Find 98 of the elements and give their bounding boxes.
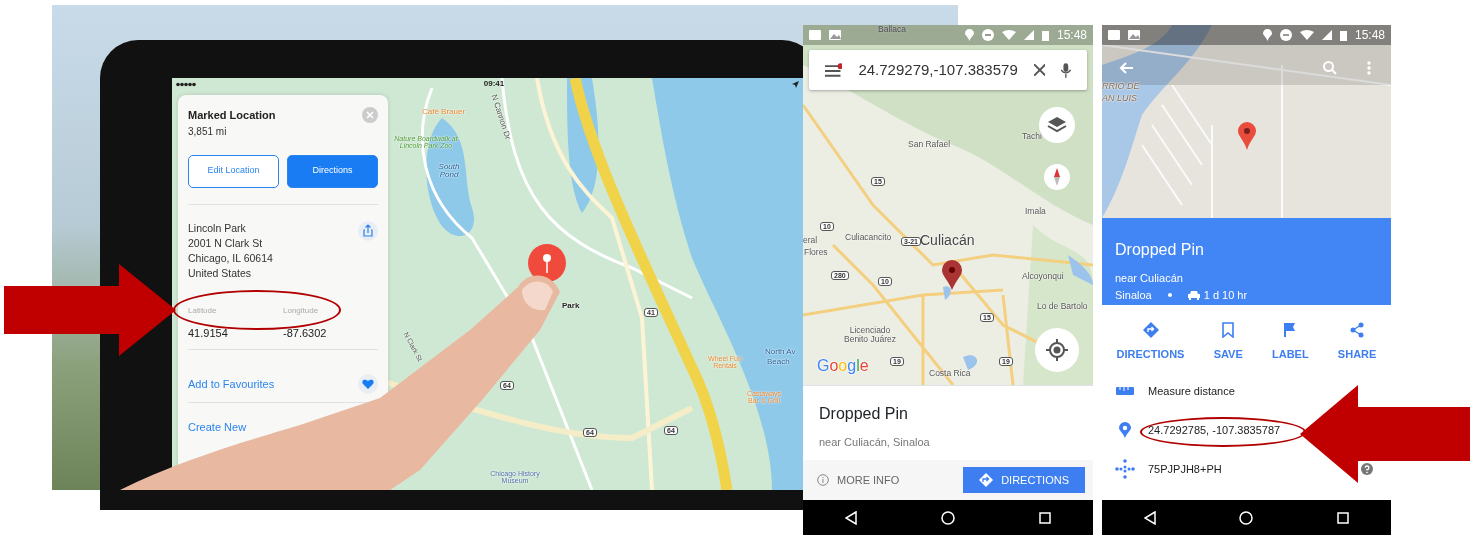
ruler-icon bbox=[1116, 385, 1134, 397]
travel-time: 1 d 10 hr bbox=[1203, 287, 1248, 303]
close-icon[interactable] bbox=[1033, 64, 1046, 76]
edit-button[interactable]: Edit Location bbox=[188, 154, 279, 188]
map-pin-icon bbox=[1238, 122, 1256, 150]
coordinate-label: Latitude bbox=[188, 304, 218, 317]
map-label: RRIO DE bbox=[1102, 82, 1140, 92]
recents-icon[interactable] bbox=[1039, 511, 1051, 524]
more-info-button[interactable]: MORE INFO bbox=[811, 470, 906, 490]
address-line: 2001 N Clark St bbox=[188, 235, 264, 251]
map-label: Culiacán bbox=[920, 233, 975, 248]
home-icon[interactable] bbox=[1239, 510, 1254, 525]
label-button[interactable]: LABEL bbox=[1266, 321, 1315, 364]
map-label: Ballaca bbox=[878, 25, 906, 34]
place-title: Marked Location bbox=[188, 108, 276, 123]
status-time: 09:41 bbox=[483, 78, 505, 90]
distance-text: 3,851 mi bbox=[188, 124, 228, 139]
map-label: Park bbox=[562, 302, 580, 311]
microphone-icon[interactable] bbox=[1061, 62, 1071, 78]
arrow-icon bbox=[4, 264, 176, 356]
map-label: South Pond bbox=[437, 163, 461, 180]
share-icon bbox=[1349, 322, 1366, 338]
coordinate-value: -87.6302 bbox=[283, 325, 328, 341]
my-location-icon[interactable] bbox=[1035, 328, 1079, 372]
location-pin-icon bbox=[1119, 422, 1131, 438]
address-line: Chicago, IL 60614 bbox=[188, 250, 273, 266]
location-icon bbox=[1262, 29, 1272, 41]
lake-drawing bbox=[1068, 255, 1093, 285]
share-icon[interactable] bbox=[358, 220, 378, 241]
arrow-icon bbox=[1300, 385, 1470, 483]
map-label: Beach bbox=[767, 358, 790, 367]
do-not-disturb-icon bbox=[1279, 29, 1292, 41]
compass-icon[interactable] bbox=[1044, 164, 1070, 190]
share-button[interactable]: SHARE bbox=[1331, 321, 1383, 364]
place-title: Dropped Pin bbox=[1115, 240, 1205, 260]
signal-dots-icon bbox=[176, 81, 196, 87]
place-subtitle: Sinaloa bbox=[1115, 287, 1152, 303]
menu-icon[interactable] bbox=[825, 63, 843, 77]
image-icon bbox=[1128, 30, 1140, 40]
address-line: Lincoln Park bbox=[188, 220, 247, 236]
dots-icon bbox=[1115, 459, 1135, 479]
create-link[interactable]: Create New bbox=[188, 419, 247, 436]
measure-distance-text[interactable]: Measure distance bbox=[1148, 382, 1235, 400]
map-logo: Google bbox=[817, 358, 869, 375]
map-label: Licenciado Benito Juárez bbox=[843, 326, 897, 344]
favourites-link[interactable]: Add to Favourites bbox=[188, 375, 275, 393]
map-label: Tachi bbox=[1022, 132, 1042, 141]
cell-signal-icon bbox=[1023, 30, 1034, 40]
directions-button[interactable]: Directions bbox=[287, 154, 378, 188]
status-time: 15:48 bbox=[1056, 27, 1087, 44]
place-subtitle: near Culiacán bbox=[1115, 271, 1184, 286]
directions-button[interactable]: DIRECTIONS bbox=[1110, 321, 1191, 364]
address-line: United States bbox=[188, 265, 253, 281]
map-label: eral bbox=[803, 236, 818, 245]
wifi-icon bbox=[1001, 30, 1016, 40]
map-pin-icon bbox=[527, 243, 567, 283]
map-label: N Cannon Dr bbox=[489, 93, 512, 141]
map-label: AN LUIS bbox=[1102, 94, 1137, 104]
home-icon[interactable] bbox=[941, 510, 955, 525]
location-arrow-icon bbox=[792, 80, 799, 88]
location-icon bbox=[964, 29, 974, 41]
directions-icon bbox=[1142, 322, 1159, 338]
status-time: 15:48 bbox=[1354, 27, 1385, 44]
bookmark-icon bbox=[1220, 322, 1237, 338]
plus-code-text: 75PJPJH8+PH bbox=[1148, 461, 1222, 477]
do-not-disturb-icon bbox=[981, 29, 994, 41]
separator-dot-icon bbox=[1167, 292, 1172, 297]
map-label: North Av bbox=[765, 348, 796, 357]
notification-icon bbox=[1108, 30, 1120, 40]
lake-drawing bbox=[942, 283, 954, 300]
coordinates-text[interactable]: 24.7292785, -107.3835787 bbox=[1148, 421, 1281, 439]
back-icon[interactable] bbox=[1143, 510, 1156, 525]
map-label: Lo de Bartolo bbox=[1037, 302, 1088, 311]
info-icon bbox=[817, 474, 829, 486]
map-label: San Rafael bbox=[908, 140, 951, 149]
coordinate-label: Longitude bbox=[283, 304, 320, 317]
notification-icon bbox=[809, 30, 821, 40]
back-icon[interactable] bbox=[845, 510, 857, 525]
place-subtitle: near Culiacán, Sinaloa bbox=[819, 435, 931, 450]
directions-button[interactable]: DIRECTIONS bbox=[963, 467, 1085, 493]
map-pin-icon bbox=[942, 260, 962, 290]
map-label: Café Brauer bbox=[422, 108, 466, 117]
map-label: Culiacancito bbox=[845, 233, 892, 242]
help-icon[interactable] bbox=[1361, 463, 1373, 475]
cell-signal-icon bbox=[1321, 30, 1332, 40]
map-label: Imala bbox=[1025, 207, 1046, 216]
map-label: Alcoyonqui bbox=[1022, 272, 1064, 281]
image-icon bbox=[829, 30, 841, 40]
save-button[interactable]: SAVE bbox=[1207, 321, 1249, 364]
battery-icon bbox=[1339, 29, 1347, 41]
wifi-icon bbox=[1299, 30, 1314, 40]
directions-icon bbox=[979, 473, 994, 487]
battery-icon bbox=[1041, 29, 1049, 41]
recents-icon[interactable] bbox=[1337, 511, 1350, 524]
car-icon bbox=[1187, 289, 1200, 300]
map-label: Flores bbox=[804, 248, 828, 257]
coordinate-value: 41.9154 bbox=[188, 325, 229, 341]
place-title: Dropped Pin bbox=[819, 404, 909, 424]
